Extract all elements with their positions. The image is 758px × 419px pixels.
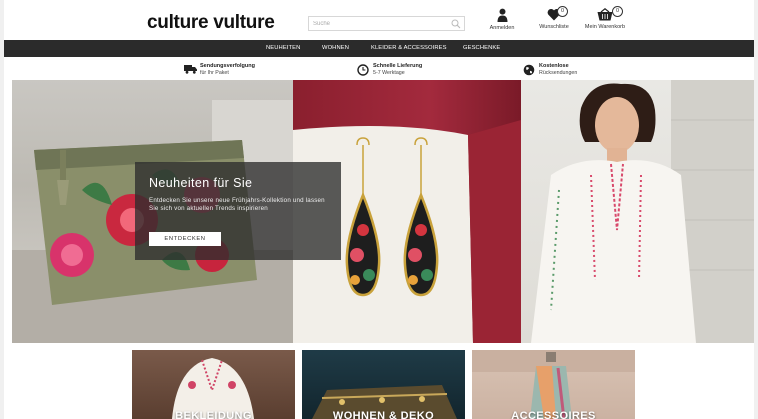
nav-item-kleider-accessoires[interactable]: KLEIDER & ACCESSOIRES — [371, 40, 447, 57]
site-header: culture vulture Anmelden 0 Wunschliste — [4, 0, 754, 40]
usp-tracking-subtitle: für Ihr Paket — [200, 70, 229, 76]
globe-icon — [523, 64, 535, 76]
home-decor-image — [312, 385, 457, 419]
user-icon — [497, 8, 507, 22]
category-label-home-decor: WOHNEN & DEKO — [332, 410, 435, 419]
cart-link[interactable]: 0 Mein Warenkorb — [582, 6, 628, 30]
hero-promo-box: Neuheiten für Sie Entdecken Sie unsere n… — [135, 162, 341, 260]
wishlist-link[interactable]: 0 Wunschliste — [534, 6, 574, 30]
discover-button[interactable]: ENTDECKEN — [149, 232, 221, 246]
cart-count-badge: 0 — [612, 6, 623, 17]
hero-banner[interactable]: Neuheiten für Sie Entdecken Sie unsere n… — [12, 80, 754, 343]
category-label-accessories: ACCESSOIRES — [511, 410, 596, 419]
wishlist-label: Wunschliste — [539, 24, 569, 30]
usp-delivery-subtitle: 5-7 Werktage — [373, 70, 405, 76]
category-tile-accessories[interactable]: ACCESSOIRES — [472, 350, 635, 419]
category-label-clothing: BEKLEIDUNG — [175, 410, 252, 419]
hero-headline: Neuheiten für Sie — [149, 176, 253, 190]
hero-image-blouse — [521, 80, 754, 343]
search-icon[interactable] — [451, 19, 461, 29]
usp-tracking: Sendungsverfolgung für Ihr Paket — [184, 62, 304, 80]
usp-returns: Kostenlose Rücksendungen — [523, 62, 623, 80]
main-nav: NEUHEITEN WOHNEN KLEIDER & ACCESSOIRES G… — [4, 40, 754, 57]
nav-item-wohnen[interactable]: WOHNEN — [322, 40, 349, 57]
search-box[interactable] — [308, 16, 465, 31]
nav-item-neuheiten[interactable]: NEUHEITEN — [266, 40, 300, 57]
clock-icon — [357, 64, 369, 76]
account-link[interactable]: Anmelden — [482, 8, 522, 31]
usp-delivery-title: Schnelle Lieferung — [373, 63, 423, 69]
wishlist-count-badge: 0 — [557, 6, 568, 17]
nav-item-geschenke[interactable]: GESCHENKE — [463, 40, 500, 57]
logo[interactable]: culture vulture — [147, 12, 275, 34]
category-tile-home-decor[interactable]: WOHNEN & DEKO — [302, 350, 465, 419]
category-tile-clothing[interactable]: BEKLEIDUNG — [132, 350, 295, 419]
usp-tracking-title: Sendungsverfolgung — [200, 63, 255, 69]
usp-delivery: Schnelle Lieferung 5-7 Werktage — [357, 62, 467, 80]
usp-returns-subtitle: Rücksendungen — [539, 70, 578, 76]
truck-icon — [184, 65, 197, 74]
usp-returns-title: Kostenlose — [539, 63, 569, 69]
clothing-image — [172, 358, 254, 419]
basket-icon — [597, 8, 613, 21]
cart-label: Mein Warenkorb — [584, 24, 626, 30]
hero-description: Entdecken Sie unsere neue Frühjahrs-Koll… — [149, 197, 325, 213]
search-input[interactable] — [313, 18, 443, 29]
account-label: Anmelden — [489, 25, 515, 31]
accessories-image — [472, 350, 635, 419]
blouse-illustration — [531, 80, 754, 343]
page: culture vulture Anmelden 0 Wunschliste — [4, 0, 754, 419]
